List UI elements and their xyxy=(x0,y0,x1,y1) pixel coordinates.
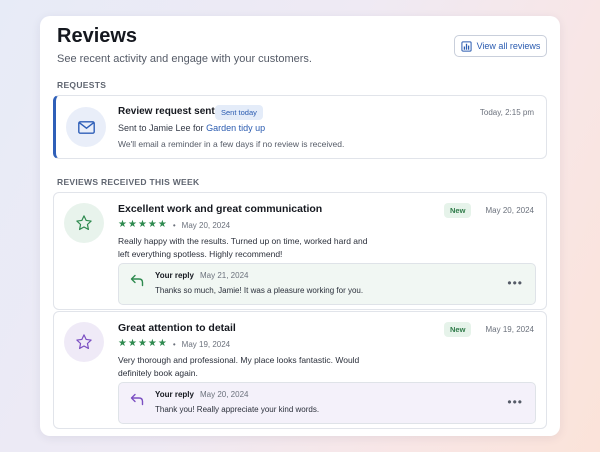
reviews-panel: Reviews See recent activity and engage w… xyxy=(40,16,560,436)
reply-box: Your reply May 20, 2024 Thank you! Really… xyxy=(118,382,536,424)
review-title: Great attention to detail xyxy=(118,322,236,334)
reply-date: May 20, 2024 xyxy=(199,390,249,399)
bar-chart-icon xyxy=(460,40,472,52)
star-icon: ★ xyxy=(147,219,157,230)
review-icon-circle xyxy=(64,322,104,362)
new-badge: New xyxy=(444,203,472,218)
reply-text: Thanks so much, Jamie! It was a pleasure… xyxy=(155,286,364,295)
star-icon: ★ xyxy=(118,338,127,349)
reviews-section-label: REVIEWS RECEIVED THIS WEEK xyxy=(57,177,200,187)
dot-separator: • xyxy=(172,220,176,230)
reply-header: Your reply May 20, 2024 xyxy=(155,390,248,399)
star-icon: ★ xyxy=(127,338,137,349)
review-date-inline: May 19, 2024 xyxy=(181,339,231,349)
star-outline-icon xyxy=(76,334,92,350)
new-badge: New xyxy=(444,322,472,337)
star-rating: ★ ★ ★ ★ ★ • May 19, 2024 xyxy=(118,339,230,349)
page-title: Reviews xyxy=(57,25,138,47)
star-icon: ★ xyxy=(157,219,167,230)
review-request-card[interactable]: Review request sent Sent today Sent to J… xyxy=(53,95,547,159)
dot-separator: • xyxy=(172,339,176,349)
mail-icon xyxy=(77,120,95,134)
review-card[interactable]: Excellent work and great communication ★… xyxy=(53,192,547,310)
star-icon: ★ xyxy=(127,219,137,230)
view-all-reviews-button[interactable]: View all reviews xyxy=(454,35,547,57)
review-date: May 19, 2024 xyxy=(485,325,534,334)
review-body: Really happy with the results. Turned up… xyxy=(118,236,368,259)
reply-date: May 21, 2024 xyxy=(199,271,249,280)
reply-text: Thank you! Really appreciate your kind w… xyxy=(155,405,320,414)
star-icon: ★ xyxy=(137,219,147,230)
review-body: Very thorough and professional. My place… xyxy=(118,355,360,378)
reply-label: Your reply xyxy=(155,271,194,280)
star-icon: ★ xyxy=(118,219,127,230)
more-options-icon[interactable]: ••• xyxy=(507,396,523,408)
reply-arrow-icon xyxy=(130,274,144,287)
request-note: We'll email a reminder in a few days if … xyxy=(118,139,345,149)
page-subtitle: See recent activity and engage with your… xyxy=(57,53,312,65)
star-icon: ★ xyxy=(147,338,157,349)
requests-section-label: REQUESTS xyxy=(57,80,107,90)
review-title: Excellent work and great communication xyxy=(118,203,323,215)
review-date-inline: May 20, 2024 xyxy=(181,220,231,230)
more-options-icon[interactable]: ••• xyxy=(507,277,523,289)
request-recipient-text: Sent to Jamie Lee for xyxy=(118,123,204,133)
star-icon: ★ xyxy=(137,338,147,349)
mail-icon-circle xyxy=(66,107,106,147)
review-card[interactable]: Great attention to detail ★ ★ ★ ★ ★ • Ma… xyxy=(53,311,547,429)
star-rating: ★ ★ ★ ★ ★ • May 20, 2024 xyxy=(118,220,230,230)
star-outline-icon xyxy=(76,215,92,231)
sent-today-badge: Sent today xyxy=(215,105,263,120)
request-time: Today, 2:15 pm xyxy=(479,108,534,117)
review-date: May 20, 2024 xyxy=(485,206,534,215)
reply-header: Your reply May 21, 2024 xyxy=(155,271,248,280)
project-link[interactable]: Garden tidy up xyxy=(206,123,265,133)
request-recipient: Sent to Jamie Lee for Garden tidy up xyxy=(118,123,265,133)
star-icon: ★ xyxy=(157,338,167,349)
request-title: Review request sent xyxy=(118,106,215,117)
review-icon-circle xyxy=(64,203,104,243)
reply-label: Your reply xyxy=(155,390,194,399)
reply-box: Your reply May 21, 2024 Thanks so much, J… xyxy=(118,263,536,305)
view-all-reviews-label: View all reviews xyxy=(476,41,541,51)
reply-arrow-icon xyxy=(130,393,144,406)
